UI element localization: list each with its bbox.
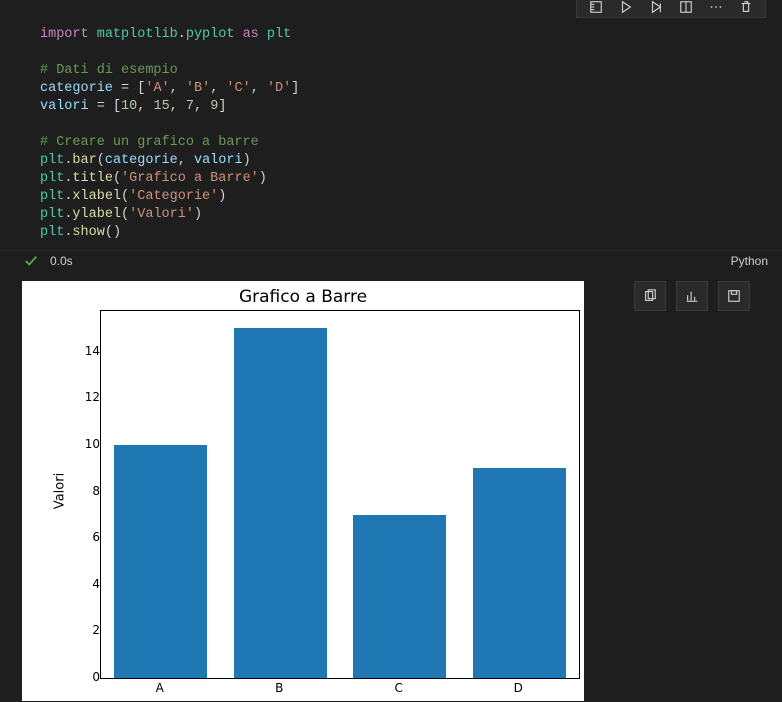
output-area: Grafico a Barre Valori 0 2 4 6 8 10 12 14 A B C D [0, 271, 782, 701]
xtick-label: C [395, 681, 403, 695]
run-below-icon[interactable] [649, 0, 663, 14]
success-check-icon [24, 254, 38, 268]
chart-title: Grafico a Barre [22, 287, 584, 307]
execution-time: 0.0s [50, 254, 73, 268]
xtick-label: A [156, 681, 164, 695]
ytick-label: 0 [74, 670, 100, 684]
save-output-button[interactable] [718, 281, 750, 311]
chart-bar [353, 515, 446, 678]
split-icon[interactable] [679, 0, 693, 14]
ytick-label: 10 [74, 437, 100, 451]
ytick-label: 4 [74, 577, 100, 591]
more-icon[interactable] [709, 0, 723, 14]
ytick-label: 14 [74, 344, 100, 358]
ytick-label: 2 [74, 623, 100, 637]
save-output-icon [727, 289, 741, 303]
chart-bar [114, 445, 207, 678]
ytick-label: 8 [74, 484, 100, 498]
copy-icon [643, 289, 657, 303]
change-mimetype-button[interactable] [676, 281, 708, 311]
delete-icon[interactable] [739, 0, 753, 14]
cell-toolbar-group [576, 0, 766, 18]
xtick-label: D [514, 681, 523, 695]
output-toolbar [634, 281, 750, 311]
chart-plot-area [100, 310, 580, 679]
run-icon[interactable] [619, 0, 633, 14]
chart-ylabel: Valori [53, 473, 68, 509]
code-cell: import matplotlib.pyplot as plt # Dati d… [0, 0, 782, 271]
cell-toolbar [0, 0, 782, 18]
code-editor[interactable]: import matplotlib.pyplot as plt # Dati d… [0, 18, 782, 250]
chart-bar [473, 468, 566, 678]
xtick-label: B [275, 681, 283, 695]
ytick-label: 6 [74, 530, 100, 544]
ytick-label: 12 [74, 390, 100, 404]
cell-language[interactable]: Python [731, 254, 768, 268]
chart-mime-icon [685, 289, 699, 303]
run-line-icon[interactable] [589, 0, 603, 14]
chart-output: Grafico a Barre Valori 0 2 4 6 8 10 12 14 A B C D [22, 281, 584, 701]
chart-bar [234, 328, 327, 678]
cell-status-bar: 0.0s Python [0, 250, 782, 271]
copy-output-button[interactable] [634, 281, 666, 311]
